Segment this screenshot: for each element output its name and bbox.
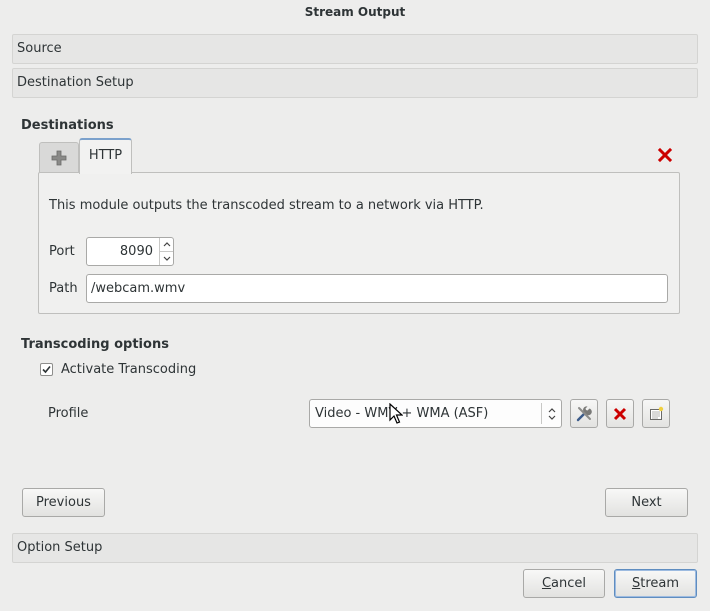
checkmark-icon (42, 365, 51, 374)
tools-icon (576, 405, 592, 421)
red-x-icon (657, 147, 673, 163)
chevron-up-icon (163, 242, 170, 247)
new-profile-button[interactable] (642, 399, 670, 428)
section-destination-setup[interactable]: Destination Setup (12, 68, 698, 98)
transcoding-heading: Transcoding options (21, 337, 169, 352)
section-option-setup[interactable]: Option Setup (12, 533, 698, 563)
profile-label: Profile (48, 406, 89, 421)
destinations-heading: Destinations (21, 118, 114, 133)
plus-icon (51, 150, 67, 165)
next-button[interactable]: Next (605, 488, 688, 517)
mouse-cursor-icon (389, 403, 403, 424)
delete-profile-button[interactable] (606, 399, 634, 428)
port-label: Port (49, 244, 75, 259)
port-value: 8090 (119, 244, 153, 259)
port-decrement-button[interactable] (160, 251, 173, 264)
chevron-down-icon (163, 256, 170, 261)
tab-http[interactable]: HTTP (79, 138, 132, 174)
stream-button[interactable]: Stream (614, 569, 697, 598)
module-description: This module outputs the transcoded strea… (49, 198, 484, 213)
cancel-button[interactable]: Cancel (523, 569, 605, 598)
port-increment-button[interactable] (160, 238, 173, 251)
edit-profile-button[interactable] (570, 399, 598, 428)
activate-transcoding-checkbox[interactable] (40, 363, 53, 376)
add-destination-tab[interactable] (39, 142, 79, 172)
previous-button[interactable]: Previous (22, 488, 105, 517)
new-document-icon (650, 406, 664, 420)
profile-select[interactable]: Video - WMV + WMA (ASF) (309, 399, 562, 428)
close-tab-button[interactable] (657, 147, 673, 163)
combo-arrows-icon (541, 403, 561, 424)
activate-transcoding-label[interactable]: Activate Transcoding (61, 362, 196, 377)
red-x-icon (613, 407, 627, 420)
section-source[interactable]: Source (12, 34, 698, 64)
path-label: Path (49, 281, 78, 296)
path-input[interactable]: /webcam.wmv (86, 274, 668, 303)
window-title: Stream Output (304, 5, 406, 19)
port-spinbox[interactable]: 8090 (86, 237, 174, 266)
